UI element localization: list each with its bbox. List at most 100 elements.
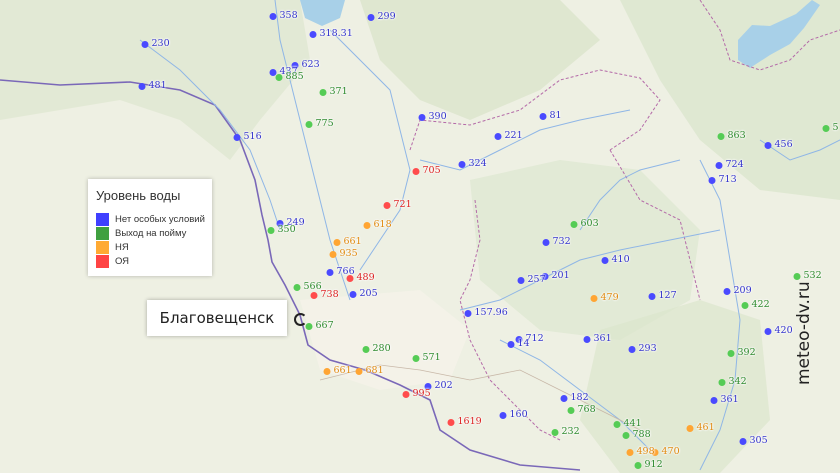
station-dot-icon[interactable] bbox=[710, 396, 718, 404]
gauge-station-normal[interactable]: 390 bbox=[418, 112, 447, 122]
gauge-station-normal[interactable]: 209 bbox=[723, 286, 752, 296]
gauge-station-normal[interactable]: 318.31 bbox=[309, 29, 353, 39]
gauge-station-flood[interactable]: 603 bbox=[570, 219, 599, 229]
gauge-station-warning[interactable]: 618 bbox=[363, 220, 392, 230]
gauge-station-normal[interactable]: 724 bbox=[715, 160, 744, 170]
station-dot-icon[interactable] bbox=[517, 276, 525, 284]
gauge-station-warning[interactable]: 681 bbox=[355, 366, 384, 376]
gauge-station-normal[interactable]: 361 bbox=[583, 334, 612, 344]
station-dot-icon[interactable] bbox=[275, 73, 283, 81]
gauge-station-flood[interactable]: 912 bbox=[634, 460, 663, 470]
gauge-station-danger[interactable]: 1619 bbox=[447, 417, 482, 427]
gauge-station-danger[interactable]: 489 bbox=[346, 273, 375, 283]
station-dot-icon[interactable] bbox=[613, 420, 621, 428]
gauge-station-flood[interactable]: 667 bbox=[305, 321, 334, 331]
station-dot-icon[interactable] bbox=[708, 176, 716, 184]
station-dot-icon[interactable] bbox=[349, 290, 357, 298]
station-dot-icon[interactable] bbox=[418, 113, 426, 121]
station-dot-icon[interactable] bbox=[822, 124, 830, 132]
station-dot-icon[interactable] bbox=[499, 411, 507, 419]
gauge-station-warning[interactable]: 461 bbox=[686, 423, 715, 433]
station-dot-icon[interactable] bbox=[293, 283, 301, 291]
gauge-station-warning[interactable]: 498 bbox=[626, 447, 655, 457]
gauge-station-normal[interactable]: 456 bbox=[764, 140, 793, 150]
gauge-station-normal[interactable]: 516 bbox=[233, 132, 262, 142]
gauge-station-normal[interactable]: 160 bbox=[499, 410, 528, 420]
station-dot-icon[interactable] bbox=[686, 424, 694, 432]
gauge-station-normal[interactable]: 230 bbox=[141, 39, 170, 49]
gauge-station-warning[interactable]: 479 bbox=[590, 293, 619, 303]
station-dot-icon[interactable] bbox=[355, 367, 363, 375]
station-dot-icon[interactable] bbox=[717, 132, 725, 140]
station-dot-icon[interactable] bbox=[305, 322, 313, 330]
gauge-station-flood[interactable]: 371 bbox=[319, 87, 348, 97]
station-dot-icon[interactable] bbox=[310, 291, 318, 299]
station-dot-icon[interactable] bbox=[764, 141, 772, 149]
station-dot-icon[interactable] bbox=[583, 335, 591, 343]
gauge-station-normal[interactable]: 257 bbox=[517, 275, 546, 285]
station-dot-icon[interactable] bbox=[590, 294, 598, 302]
station-dot-icon[interactable] bbox=[718, 378, 726, 386]
station-dot-icon[interactable] bbox=[269, 12, 277, 20]
gauge-station-flood[interactable]: 342 bbox=[718, 377, 747, 387]
city-label-blagoveshchensk[interactable]: Благовещенск bbox=[147, 300, 287, 336]
station-dot-icon[interactable] bbox=[741, 301, 749, 309]
station-dot-icon[interactable] bbox=[267, 226, 275, 234]
gauge-station-normal[interactable]: 420 bbox=[764, 326, 793, 336]
gauge-station-flood[interactable]: 422 bbox=[741, 300, 770, 310]
gauge-station-normal[interactable]: 324 bbox=[458, 159, 487, 169]
station-dot-icon[interactable] bbox=[727, 349, 735, 357]
station-dot-icon[interactable] bbox=[628, 345, 636, 353]
station-dot-icon[interactable] bbox=[447, 418, 455, 426]
station-dot-icon[interactable] bbox=[309, 30, 317, 38]
gauge-station-flood[interactable]: 5 bbox=[822, 123, 839, 133]
station-dot-icon[interactable] bbox=[333, 238, 341, 246]
gauge-station-normal[interactable]: 81 bbox=[539, 111, 562, 121]
station-dot-icon[interactable] bbox=[305, 120, 313, 128]
gauge-station-flood[interactable]: 232 bbox=[551, 427, 580, 437]
station-dot-icon[interactable] bbox=[346, 274, 354, 282]
gauge-station-normal[interactable]: 14 bbox=[507, 339, 530, 349]
gauge-station-normal[interactable]: 201 bbox=[541, 271, 570, 281]
station-dot-icon[interactable] bbox=[567, 406, 575, 414]
gauge-station-normal[interactable]: 182 bbox=[560, 393, 589, 403]
station-dot-icon[interactable] bbox=[648, 292, 656, 300]
station-dot-icon[interactable] bbox=[326, 268, 334, 276]
gauge-station-flood[interactable]: 441 bbox=[613, 419, 642, 429]
station-dot-icon[interactable] bbox=[412, 354, 420, 362]
station-dot-icon[interactable] bbox=[383, 201, 391, 209]
gauge-station-warning[interactable]: 661 bbox=[333, 237, 362, 247]
station-dot-icon[interactable] bbox=[458, 160, 466, 168]
gauge-station-normal[interactable]: 127 bbox=[648, 291, 677, 301]
gauge-station-danger[interactable]: 721 bbox=[383, 200, 412, 210]
gauge-station-flood[interactable]: 775 bbox=[305, 119, 334, 129]
gauge-station-flood[interactable]: 350 bbox=[267, 225, 296, 235]
gauge-station-flood[interactable]: 788 bbox=[622, 430, 651, 440]
gauge-station-flood[interactable]: 885 bbox=[275, 72, 304, 82]
station-dot-icon[interactable] bbox=[233, 133, 241, 141]
station-dot-icon[interactable] bbox=[138, 82, 146, 90]
station-dot-icon[interactable] bbox=[551, 428, 559, 436]
gauge-station-flood[interactable]: 863 bbox=[717, 131, 746, 141]
gauge-station-normal[interactable]: 410 bbox=[601, 255, 630, 265]
city-marker-icon[interactable] bbox=[294, 313, 307, 326]
gauge-station-normal[interactable]: 157.96 bbox=[464, 308, 508, 318]
gauge-station-normal[interactable]: 732 bbox=[542, 237, 571, 247]
gauge-station-warning[interactable]: 470 bbox=[651, 447, 680, 457]
gauge-station-flood[interactable]: 532 bbox=[793, 271, 822, 281]
gauge-station-normal[interactable]: 205 bbox=[349, 289, 378, 299]
gauge-station-flood[interactable]: 280 bbox=[362, 344, 391, 354]
gauge-station-danger[interactable]: 705 bbox=[412, 166, 441, 176]
station-dot-icon[interactable] bbox=[464, 309, 472, 317]
station-dot-icon[interactable] bbox=[367, 13, 375, 21]
gauge-station-normal[interactable]: 299 bbox=[367, 12, 396, 22]
station-dot-icon[interactable] bbox=[412, 167, 420, 175]
gauge-station-normal[interactable]: 713 bbox=[708, 175, 737, 185]
gauge-station-normal[interactable]: 361 bbox=[710, 395, 739, 405]
station-dot-icon[interactable] bbox=[601, 256, 609, 264]
gauge-station-normal[interactable]: 293 bbox=[628, 344, 657, 354]
station-dot-icon[interactable] bbox=[560, 394, 568, 402]
gauge-station-normal[interactable]: 305 bbox=[739, 436, 768, 446]
station-dot-icon[interactable] bbox=[362, 345, 370, 353]
gauge-station-normal[interactable]: 358 bbox=[269, 11, 298, 21]
